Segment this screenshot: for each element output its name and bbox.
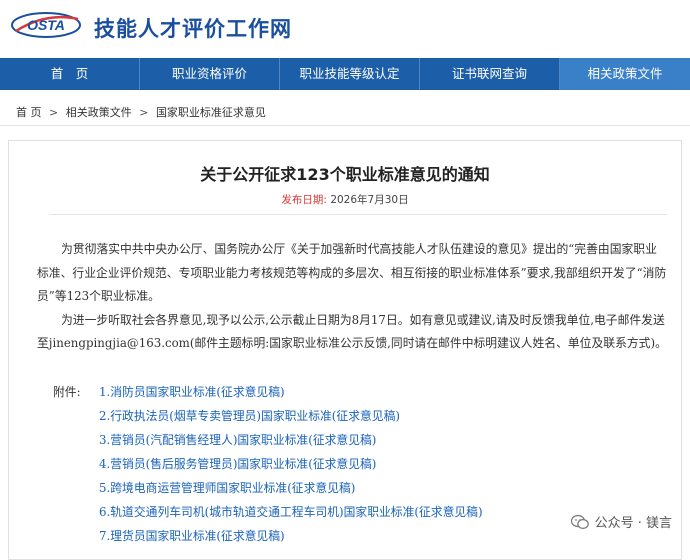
title-divider [49, 214, 667, 215]
wechat-icon [570, 514, 589, 529]
attachment-link[interactable]: 3.营销员(汽配销售经理人)国家职业标准(征求意见稿) [99, 431, 376, 448]
breadcrumb-separator: > [139, 106, 149, 119]
breadcrumb-separator: > [49, 106, 59, 119]
article-title: 关于公开征求123个职业标准意见的通知 [200, 165, 490, 184]
nav-item-certificate-query[interactable]: 证书联网查询 [420, 58, 560, 90]
attachment-link[interactable]: 1.消防员国家职业标准(征求意见稿) [99, 383, 285, 400]
attachment-link[interactable]: 6.轨道交通列车司机(城市轨道交通工程车司机)国家职业标准(征求意见稿) [99, 503, 483, 520]
nav-item-home[interactable]: 首 页 [0, 58, 140, 90]
attachment-link[interactable]: 5.跨境电商运营管理师国家职业标准(征求意见稿) [99, 479, 355, 496]
wechat-watermark: 公众号 · 镁言 [570, 512, 672, 531]
article-paragraph: 为进一步听取社会各界意见,现予以公示,公示截止日期为8月17日。如有意见或建议,… [37, 312, 667, 351]
article-date: 发布日期: 2026年7月30日 [9, 192, 681, 207]
attachments-label: 附件: [53, 385, 81, 399]
main-nav: 首 页 职业资格评价 职业技能等级认定 证书联网查询 相关政策文件 [0, 58, 690, 90]
date-value: 2026年7月30日 [330, 194, 409, 206]
site-title: 技能人才评价工作网 [94, 17, 292, 41]
article-body: 为贯彻落实中共中央办公厅、国务院办公厅《关于加强新时代高技能人才队伍建设的意见》… [37, 238, 667, 356]
attachment-link[interactable]: 2.行政执法员(烟草专卖管理员)国家职业标准(征求意见稿) [99, 407, 400, 424]
breadcrumb-home[interactable]: 首 页 [16, 106, 42, 119]
nav-item-policy[interactable]: 相关政策文件 [560, 58, 690, 90]
nav-item-skill-level[interactable]: 职业技能等级认定 [280, 58, 420, 90]
breadcrumb-section[interactable]: 相关政策文件 [66, 106, 132, 119]
osta-logo[interactable]: OSTA [10, 10, 82, 40]
article-panel: 关于公开征求123个职业标准意见的通知 发布日期: 2026年7月30日 为贯彻… [8, 140, 682, 560]
breadcrumb-current[interactable]: 国家职业标准征求意见 [156, 106, 266, 119]
breadcrumb: 首 页 > 相关政策文件 > 国家职业标准征求意见 [0, 100, 690, 126]
date-label: 发布日期: [281, 194, 327, 206]
site-header: OSTA 技能人才评价工作网 [0, 0, 690, 56]
watermark-text: 公众号 · 镁言 [594, 516, 672, 531]
attachment-link[interactable]: 7.理货员国家职业标准(征求意见稿) [99, 527, 285, 544]
attachment-link[interactable]: 4.营销员(售后服务管理员)国家职业标准(征求意见稿) [99, 455, 376, 472]
nav-item-qualification[interactable]: 职业资格评价 [140, 58, 280, 90]
article-paragraph: 为贯彻落实中共中央办公厅、国务院办公厅《关于加强新时代高技能人才队伍建设的意见》… [37, 242, 667, 304]
logo-text: OSTA [27, 17, 65, 33]
